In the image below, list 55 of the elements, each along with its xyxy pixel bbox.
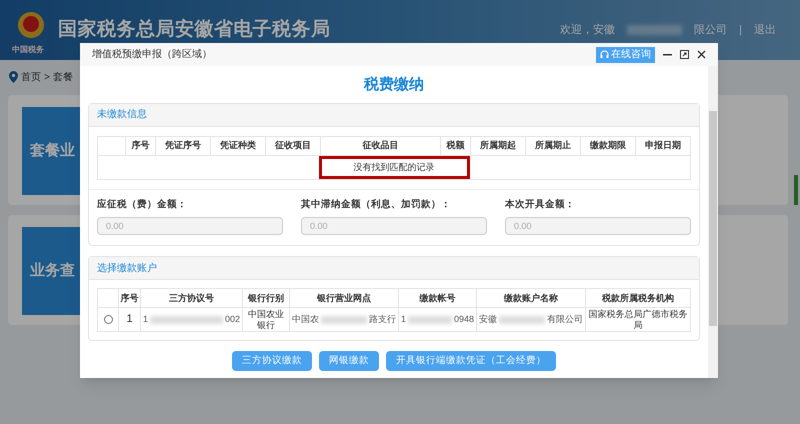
radio-button[interactable] [104, 315, 112, 324]
column-header: 征收项目 [275, 140, 311, 150]
column-header: 缴款账户名称 [504, 292, 558, 302]
table-cell: 中国农业银行 [248, 308, 284, 330]
table-cell: 国家税务总局广德市税务局 [588, 308, 688, 330]
dialog-title: 增值税预缴申报（跨区域） [92, 48, 213, 62]
table-cell-text: 安徽 [479, 313, 497, 326]
table-cell-text: 有限公司 [547, 313, 583, 326]
table-cell-text: 路支行 [369, 313, 396, 326]
column-header: 征收品目 [362, 140, 398, 150]
action-button[interactable]: 网银缴款 [319, 351, 379, 372]
section-heading: 税费缴纳 [362, 75, 425, 95]
column-header: 缴款期限 [590, 140, 626, 150]
field-label: 其中滞纳金额（利息、加罚款）： [301, 198, 452, 212]
table-cell-text: 中国农 [292, 313, 319, 326]
column-header: 银行行别 [248, 292, 284, 302]
column-header: 序号 [120, 292, 138, 302]
emblem-icon [16, 10, 46, 40]
breadcrumb-link[interactable]: 套餐 [52, 70, 73, 84]
table-cell-text: 0948 [454, 313, 474, 326]
table-cell-text: 1 [143, 313, 148, 326]
logo-text: 中国税务 [12, 44, 44, 56]
breadcrumb-link[interactable]: 首页 [21, 70, 41, 84]
scroll-indicator [794, 175, 798, 205]
location-pin-icon [9, 71, 18, 83]
column-header: 凭证序号 [165, 140, 201, 150]
breadcrumb-separator: > [44, 70, 50, 84]
column-header: 所属期起 [480, 140, 516, 150]
column-header: 税款所属税务机构 [602, 292, 674, 302]
consult-button[interactable]: 在线咨询 [596, 46, 655, 62]
column-header: 税额 [446, 140, 464, 150]
scrollbar[interactable] [708, 66, 718, 378]
headset-icon [600, 50, 609, 59]
action-button[interactable]: 三方协议缴款 [232, 351, 312, 372]
maximize-icon[interactable] [680, 50, 689, 59]
welcome-text: 欢迎，安徽 [560, 22, 616, 38]
column-header: 缴款帐号 [420, 292, 456, 302]
column-header: 所属期止 [535, 140, 571, 150]
action-button[interactable]: 开具银行端缴款凭证（工会经费） [386, 351, 556, 372]
table-cell-text: 002 [224, 313, 240, 326]
site-title: 国家税务总局安徽省电子税务局 [58, 18, 331, 42]
company-name: 限公司 [694, 22, 728, 38]
field-label: 应征税（费）金额： [97, 198, 188, 212]
field-label: 本次开具金额： [505, 198, 576, 212]
logout-link[interactable]: 退出 [754, 22, 776, 38]
table-cell-text: 1 [401, 313, 406, 326]
divider-text: | [739, 22, 742, 38]
column-header: 凭证种类 [220, 140, 256, 150]
column-header: 申报日期 [645, 140, 681, 150]
column-header: 序号 [132, 140, 150, 150]
close-icon[interactable] [697, 50, 706, 59]
column-header: 三方协议号 [169, 292, 214, 302]
table-cell: 1 [126, 313, 133, 326]
column-header: 银行营业网点 [317, 292, 371, 302]
empty-message: 没有找到匹配的记录 [318, 156, 470, 179]
